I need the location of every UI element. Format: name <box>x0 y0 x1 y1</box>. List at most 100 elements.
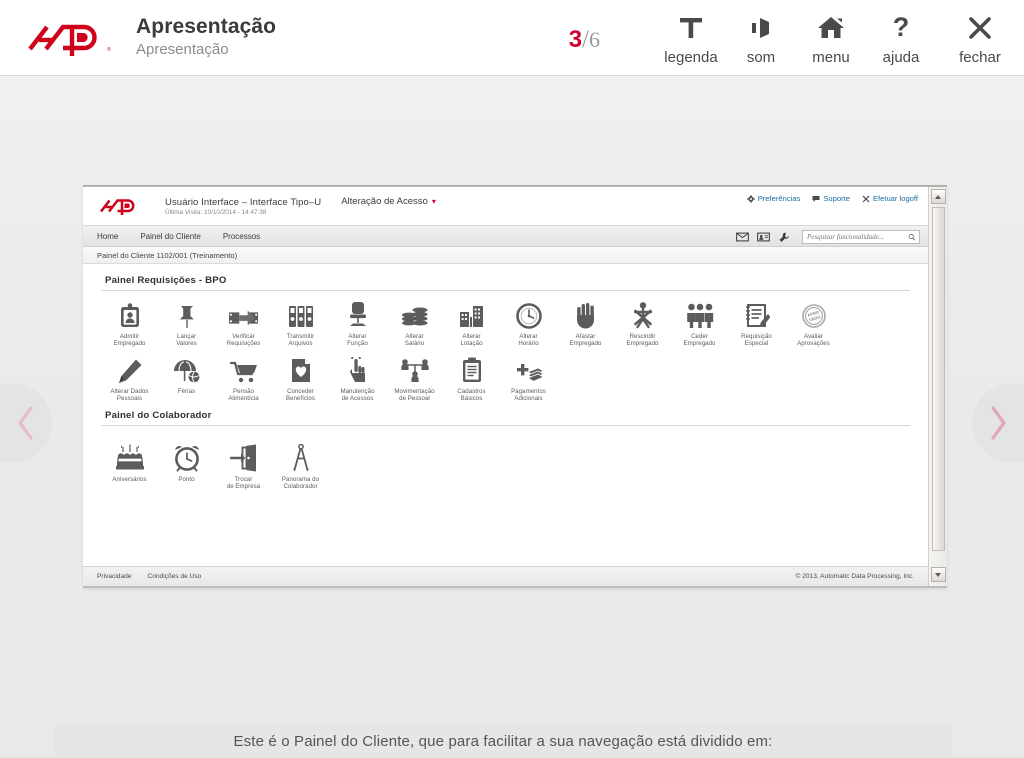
triangle-down-icon <box>935 572 941 577</box>
tile-label: Avaliar Aprovações <box>797 333 830 348</box>
chevron-left-icon <box>18 406 33 440</box>
tile-lancar-valores[interactable]: Lançar Valores <box>158 299 215 348</box>
logoff-link[interactable]: Efetuar logoff <box>862 194 918 203</box>
heart-card-icon <box>289 354 313 384</box>
menu-item-processos[interactable]: Processos <box>223 232 260 241</box>
sound-button[interactable]: som <box>726 9 796 66</box>
app-user-name: Usuário Interface – Interface Tipo–U <box>165 196 322 208</box>
menu-item-home[interactable]: Home <box>97 232 118 241</box>
pushpin-icon <box>176 299 198 329</box>
preferences-link[interactable]: Preferências <box>746 194 801 203</box>
clock-icon <box>515 299 542 329</box>
compass-divider-icon <box>289 442 313 472</box>
breadcrumb-text: Painel do Cliente 1102/001 (Treinamento) <box>97 250 238 260</box>
help-button-label: ajuda <box>882 48 920 66</box>
tile-ponto[interactable]: Ponto <box>158 442 215 491</box>
tile-pagamentos-adicionais[interactable]: Pagamentos Adicionais <box>500 354 557 403</box>
close-button-label: fechar <box>959 48 1001 66</box>
page-subtitle: Apresentação <box>136 41 229 58</box>
support-link[interactable]: Suporte <box>812 194 850 203</box>
tile-label: Alterar Função <box>347 333 368 348</box>
tile-label: Requisição Especial <box>741 333 772 348</box>
tile-transmitir-arquivos[interactable]: Transmitir Arquivos <box>272 299 329 348</box>
close-button[interactable]: fechar <box>936 9 1024 66</box>
tile-pensao-alimenticia[interactable]: Pensão Alimentícia <box>215 354 272 403</box>
scrollbar-thumb[interactable] <box>931 207 945 551</box>
search-input[interactable] <box>807 233 908 241</box>
svg-text:®: ® <box>107 46 111 53</box>
slide-screenshot: Usuário Interface – Interface Tipo–U Últ… <box>83 185 947 588</box>
tile-manutencao-de-acessos[interactable]: Manutenção de Acessos <box>329 354 386 403</box>
tile-label: Trocar de Empresa <box>226 475 261 491</box>
tile-label: Rescindir Empregado <box>626 333 659 348</box>
access-change-dropdown[interactable]: Alteração de Acesso ▾ <box>341 196 436 207</box>
tile-aniversarios[interactable]: Aniversários <box>101 442 158 491</box>
menu-item-painel-do-cliente[interactable]: Painel do Cliente <box>140 232 200 241</box>
previous-slide-button[interactable] <box>0 384 52 462</box>
tile-label: Férias <box>177 387 196 395</box>
tile-alterar-lotacao[interactable]: Alterar Lotação <box>443 299 500 348</box>
app-scrollbar[interactable] <box>928 187 947 586</box>
next-slide-button[interactable] <box>972 384 1024 462</box>
tile-alterar-horario[interactable]: Alterar Horário <box>500 299 557 348</box>
help-button[interactable]: ? ajuda <box>866 9 936 66</box>
tile-cadastros-basicos[interactable]: Cadastros Básicos <box>443 354 500 403</box>
caption-T-icon <box>676 9 706 47</box>
tile-admitir-empregado[interactable]: Admitir Empregado <box>101 299 158 348</box>
breadcrumb: Painel do Cliente 1102/001 (Treinamento) <box>83 247 928 264</box>
question-mark-help-icon: ? <box>886 9 916 47</box>
tile-trocar-de-empresa[interactable]: Trocar de Empresa <box>215 442 272 491</box>
exit-door-icon <box>229 442 258 472</box>
id-card-icon[interactable] <box>757 232 770 242</box>
wrench-tools-icon[interactable] <box>778 232 790 243</box>
footer-link-privacidade[interactable]: Privacidade <box>97 573 131 580</box>
search-box[interactable] <box>802 230 920 244</box>
tile-alterar-salario[interactable]: Alterar Salário <box>386 299 443 348</box>
tile-verificar-requisicoes[interactable]: Verificar Requisições <box>215 299 272 348</box>
scroll-down-button[interactable] <box>930 567 946 582</box>
footer-link-condicoes-de-uso[interactable]: Condições de Uso <box>147 573 201 580</box>
tile-label: Pensão Alimentícia <box>228 387 259 403</box>
notepad-pencil-icon <box>744 299 770 329</box>
sound-button-label: som <box>746 48 776 66</box>
plus-money-icon <box>514 354 544 384</box>
caption-button[interactable]: legenda <box>656 9 726 66</box>
close-x-icon <box>862 195 870 203</box>
tile-afastar-empregado[interactable]: Afastar Empregado <box>557 299 614 348</box>
tile-label: Manutenção de Acessos <box>340 387 375 403</box>
tile-label: Ponto <box>178 475 195 483</box>
three-people-icon <box>686 299 714 329</box>
chevron-down-icon: ▾ <box>431 197 436 206</box>
alarm-clock-icon <box>173 442 201 472</box>
person-crossed-icon <box>631 299 655 329</box>
envelope-mail-icon[interactable] <box>736 232 749 242</box>
player-title-block: Apresentação Apresentação <box>136 15 276 60</box>
preferences-label: Preferências <box>757 194 801 203</box>
footer-copyright: © 2013, Automatic Data Processing, Inc. <box>795 573 914 580</box>
section-title-requisicoes: Painel Requisições - BPO <box>105 275 227 286</box>
menu-button[interactable]: menu <box>796 9 866 66</box>
slide-caption-text: Este é o Painel do Cliente, que para fac… <box>233 732 773 750</box>
section-title-colaborador: Painel do Colaborador <box>105 409 212 421</box>
tile-alterar-funcao[interactable]: Alterar Função <box>329 299 386 348</box>
tile-ferias[interactable]: Férias <box>158 354 215 403</box>
tile-panorama-do-colaborador[interactable]: Panorama do Colaborador <box>272 442 329 491</box>
tile-ceder-empregado[interactable]: Ceder Empregado <box>671 299 728 348</box>
coin-stacks-icon <box>401 299 429 329</box>
hand-click-icon <box>346 354 370 384</box>
caption-button-label: legenda <box>664 48 718 66</box>
app-footer: Privacidade Condições de Uso © 2013, Aut… <box>83 566 928 586</box>
shopping-cart-icon <box>229 354 258 384</box>
app-adp-logo <box>100 199 135 215</box>
tile-conceder-beneficios[interactable]: Conceder Benefícios <box>272 354 329 403</box>
tile-movimentacao-de-pessoal[interactable]: Movimentação de Pessoal <box>386 354 443 403</box>
tile-rescindir-empregado[interactable]: Rescindir Empregado <box>614 299 671 348</box>
tile-alterar-dados-pessoais[interactable]: Alterar Dados Pessoais <box>101 354 158 403</box>
tile-avaliar-aprovacoes[interactable]: APRO VADO Avaliar Aprovações <box>785 299 842 348</box>
tile-label: Afastar Empregado <box>569 333 602 348</box>
colaborador-row-1: Aniversários Ponto Trocar de Empresa Pan… <box>101 430 910 493</box>
divider <box>101 290 910 291</box>
tile-requisicao-especial[interactable]: Requisição Especial <box>728 299 785 348</box>
access-change-label: Alteração de Acesso <box>341 196 428 207</box>
scroll-up-button[interactable] <box>930 189 946 204</box>
